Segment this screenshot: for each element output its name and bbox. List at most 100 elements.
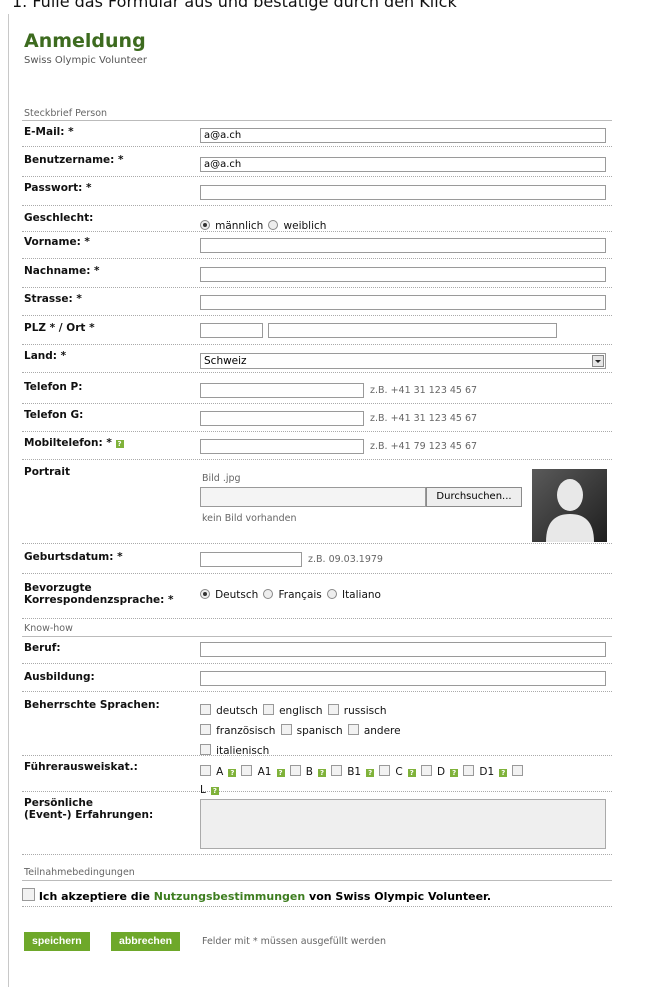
country-value: Schweiz	[204, 355, 247, 367]
username-input[interactable]	[200, 157, 606, 172]
license-checkbox[interactable]	[379, 765, 391, 776]
help-icon[interactable]: ?	[210, 787, 219, 795]
section-knowhow: Know-how	[24, 623, 73, 634]
lang-checkbox[interactable]	[347, 724, 359, 735]
gender-options: männlich weiblich	[200, 214, 326, 233]
help-icon[interactable]: ?	[450, 769, 459, 777]
lang-checkbox[interactable]	[200, 724, 211, 735]
help-icon[interactable]: ?	[366, 769, 375, 777]
gender-male-radio[interactable]	[200, 220, 210, 230]
lang-option-label: spanisch	[296, 725, 343, 737]
help-icon[interactable]: ?	[318, 769, 327, 777]
row-password: Passwort: *	[22, 182, 612, 206]
experience-label-line2: (Event-) Erfahrungen:	[24, 809, 154, 821]
password-label: Passwort: *	[24, 182, 92, 194]
license-option-label: A1	[257, 766, 272, 778]
license-checkbox[interactable]	[241, 765, 253, 776]
birthdate-input[interactable]	[200, 552, 302, 567]
form-footer: speichern abbrechen Felder mit * müssen …	[24, 932, 624, 952]
mobile-input[interactable]	[200, 439, 364, 454]
avatar-placeholder-icon	[532, 469, 607, 542]
row-plz-ort: PLZ * / Ort *	[22, 322, 612, 345]
lang-it-radio[interactable]	[326, 589, 337, 599]
chevron-down-icon[interactable]	[592, 355, 604, 367]
page-title: Anmeldung	[24, 30, 146, 52]
country-select[interactable]: Schweiz	[200, 353, 606, 369]
license-checkbox[interactable]	[289, 765, 301, 776]
education-input[interactable]	[200, 671, 606, 686]
phone-p-input[interactable]	[200, 383, 364, 398]
portrait-status: kein Bild vorhanden	[202, 513, 297, 524]
lang-checkbox[interactable]	[327, 704, 339, 715]
experience-textarea[interactable]	[200, 799, 606, 849]
section-divider	[22, 880, 612, 881]
lang-option-label: deutsch	[216, 705, 258, 717]
terms-link[interactable]: Nutzungsbestimmungen	[154, 890, 305, 903]
lang-fr-radio[interactable]	[263, 589, 274, 599]
row-languages-spoken: Beherrschte Sprachen: deutsch englisch r…	[22, 699, 612, 757]
lang-checkbox[interactable]	[262, 704, 274, 715]
profession-input[interactable]	[200, 642, 606, 657]
lang-option-label: französisch	[216, 725, 276, 737]
phone-g-input[interactable]	[200, 411, 364, 426]
terms-checkbox[interactable]	[22, 888, 35, 901]
lang-it-label: Italiano	[341, 589, 381, 601]
help-icon[interactable]: ?	[276, 769, 285, 777]
cancel-button[interactable]: abbrechen	[111, 932, 181, 951]
birthdate-label: Geburtsdatum: *	[24, 551, 123, 563]
ort-input[interactable]	[268, 323, 557, 338]
license-checkbox[interactable]	[420, 765, 432, 776]
education-label: Ausbildung:	[24, 671, 95, 683]
lang-fr-label: Français	[278, 589, 322, 601]
email-input[interactable]	[200, 128, 606, 143]
plz-ort-label: PLZ * / Ort *	[24, 322, 95, 334]
plz-input[interactable]	[200, 323, 263, 338]
lang-option-label: englisch	[279, 705, 323, 717]
country-label: Land: *	[24, 350, 67, 362]
required-note: Felder mit * müssen ausgefüllt werden	[202, 936, 387, 947]
row-education: Ausbildung:	[22, 671, 612, 692]
street-input[interactable]	[200, 295, 606, 310]
lastname-input[interactable]	[200, 267, 606, 282]
experience-label: Persönliche (Event-) Erfahrungen:	[24, 797, 153, 821]
license-option-label: D1	[479, 766, 495, 778]
section-conditions: Teilnahmebedingungen	[24, 867, 135, 878]
license-checkbox[interactable]	[200, 765, 211, 776]
lang-de-radio[interactable]	[200, 589, 210, 599]
lang-option-label: russisch	[343, 705, 387, 717]
gender-female-radio[interactable]	[268, 220, 279, 230]
license-option-label: C	[395, 766, 403, 778]
terms-line: Ich akzeptiere die Nutzungsbestimmungen …	[22, 888, 491, 903]
portrait-hint: Bild .jpg	[202, 473, 241, 484]
row-lastname: Nachname: *	[22, 265, 612, 288]
lang-checkbox[interactable]	[200, 744, 211, 755]
portrait-file-input[interactable]	[200, 487, 426, 507]
row-firstname: Vorname: *	[22, 236, 612, 259]
firstname-input[interactable]	[200, 238, 606, 253]
save-button[interactable]: speichern	[24, 932, 90, 951]
help-icon[interactable]: ?	[499, 769, 508, 777]
help-icon[interactable]: ?	[228, 769, 237, 777]
password-input[interactable]	[200, 185, 606, 200]
terms-suffix: von Swiss Olympic Volunteer.	[309, 890, 492, 903]
license-option-label: B	[305, 766, 313, 778]
row-correspondence-language: Bevorzugte Korrespondenzsprache: * Deuts…	[22, 582, 612, 619]
profession-label: Beruf:	[24, 642, 61, 654]
license-checkbox[interactable]	[331, 765, 343, 776]
page-subtitle: Swiss Olympic Volunteer	[24, 55, 147, 66]
languages-spoken-label: Beherrschte Sprachen:	[24, 699, 160, 711]
help-icon[interactable]: ?	[407, 769, 416, 777]
license-checkbox[interactable]	[463, 765, 475, 776]
help-icon[interactable]: ?	[115, 440, 124, 448]
browse-button[interactable]: Durchsuchen...	[426, 487, 522, 507]
lang-checkbox[interactable]	[200, 704, 211, 715]
license-option-label: D	[437, 766, 446, 778]
section-person: Steckbrief Person	[24, 108, 108, 119]
correspondence-label-line1: Bevorzugte	[24, 582, 92, 594]
mobile-label-wrap: Mobiltelefon: * ?	[24, 437, 124, 449]
row-license: Führerausweiskat.: A ? A1 ? B ? B1 ? C ?…	[22, 761, 612, 796]
lang-checkbox[interactable]	[280, 724, 292, 735]
gender-female-label: weiblich	[283, 220, 327, 232]
license-checkbox[interactable]	[512, 765, 524, 776]
languages-spoken-options: deutsch englisch russisch französisch sp…	[200, 700, 500, 760]
